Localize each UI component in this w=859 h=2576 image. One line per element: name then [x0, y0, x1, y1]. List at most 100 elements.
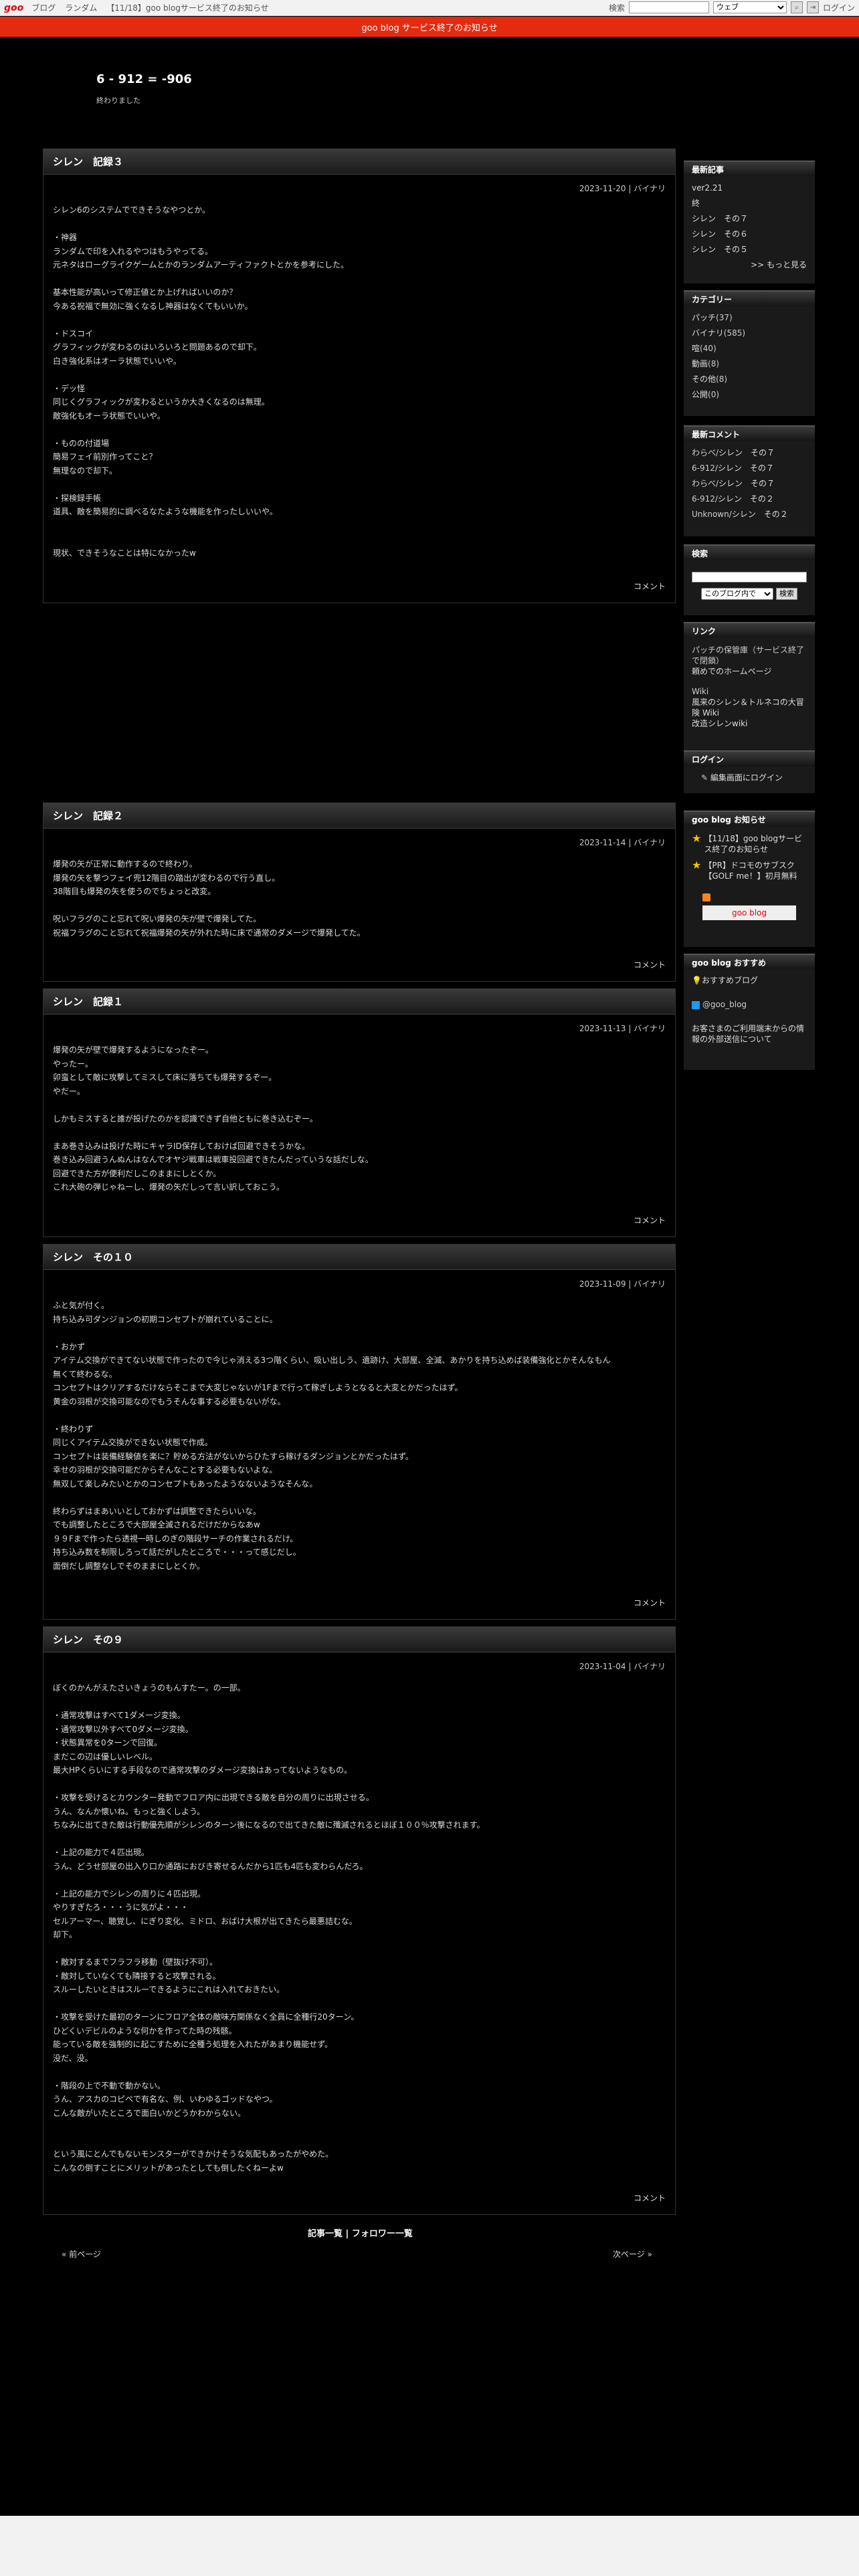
entry-line: 無くて終わるな。 [53, 1369, 117, 1379]
comment-entry-link[interactable]: シレン その２ [732, 510, 788, 519]
category-count: (8) [708, 359, 720, 368]
entry-line: ・状態異常を0ターンで回復。 [53, 1738, 163, 1747]
more-link[interactable]: >> もっと見る [751, 260, 807, 270]
entry-line [53, 2065, 675, 2079]
next-page-link[interactable]: 次ページ » [613, 2248, 652, 2260]
follower-list-link[interactable]: フォロワー一覧 [352, 2229, 413, 2239]
entry-line: ・終わりず [53, 1424, 94, 1434]
entry-meta: 2023-11-04 | バイナリ [579, 1662, 666, 1671]
comment-link[interactable]: コメント [634, 2192, 666, 2204]
entry-body: 爆発の矢が壁で爆発するようになったぞー。 やったー。 卯蛮として敵に攻撃してミスして… [43, 1034, 675, 1194]
entry-line: 巻き込み回避うんぬんはなんでオヤジ戦車は戦車投回避できたんだっていうな話だしな。 [53, 1155, 373, 1164]
entry-line: 没だ、没。 [53, 2053, 93, 2063]
entry-line: やったー。 [53, 1059, 93, 1069]
entry-line [53, 532, 675, 546]
entry-line: 元ネタはローグライクゲームとかのランダムアーティファクトとかを参考にした。 [53, 260, 349, 270]
comment-entry-link[interactable]: シレン その７ [719, 479, 775, 488]
entry-line: うん、アスカのコピペで有名な、例、いわゆるゴッドなやつ。 [53, 2095, 278, 2104]
sidebar-recent-comments: 最新コメント わらべ/シレン その７ 6-912/シレン その７ わらべ/シレン… [684, 425, 815, 536]
entry-line: うん、なんか懐いね。もっと強くしよう。 [53, 1806, 205, 1816]
sidebar-search-scope[interactable]: このブログ内で [701, 588, 773, 600]
toolbar-search-scope[interactable]: ウェブ [712, 1, 787, 13]
toolbar-search-input[interactable] [628, 1, 709, 13]
comment-entry-link[interactable]: シレン その７ [718, 463, 774, 473]
recommend-link[interactable]: おすすめブログ [702, 976, 758, 985]
entry-body: ぼくのかんがえたさいきょうのもんすたー。の一部。 ・通常攻撃はすべて1ダメージ変… [43, 1672, 675, 2175]
entry-line: 持ち込み可ダンジョンの初期コンセプトが崩れていることに。 [53, 1314, 278, 1324]
entry-meta: 2023-11-13 | バイナリ [579, 1024, 666, 1033]
toolbar-search-label: 検索 [608, 3, 625, 13]
comment-entry-link[interactable]: シレン その２ [718, 494, 774, 504]
notice-banner: goo blog サービス終了のお知らせ [0, 17, 859, 37]
goo-logo[interactable]: goo [4, 3, 23, 13]
sidebar-search-button[interactable]: 検索 [776, 588, 797, 600]
comment-link[interactable]: コメント [634, 1597, 666, 1608]
toolbar-link-random[interactable]: ランダム [65, 2, 97, 13]
rss-icon[interactable] [702, 893, 710, 901]
entry-title[interactable]: シレン 記録２ [43, 803, 675, 829]
comment-user: 6-912/ [692, 463, 718, 473]
entry-line: ・通常攻撃はすべて1ダメージ変換。 [53, 1711, 185, 1720]
category-link[interactable]: その他 [692, 374, 716, 384]
comment-link[interactable]: コメント [634, 1214, 666, 1226]
entry-line: ９９Fまで作ったら透視一時しのぎの階段サーチの作業されるだけ。 [53, 1533, 298, 1543]
external-link[interactable]: 頼めでのホームページ [692, 667, 771, 676]
entry-line [53, 519, 675, 533]
search-icon[interactable]: ⌕ [790, 1, 803, 13]
entry-card: シレン 記録１ 2023-11-13 | バイナリ 爆発の矢が壁で爆発するように… [43, 988, 676, 1237]
entry-title[interactable]: シレン 記録３ [43, 149, 675, 175]
category-link[interactable]: 喧 [692, 344, 700, 353]
recent-entry-link[interactable]: ver2.21 [692, 183, 723, 193]
category-link[interactable]: バイナリ [692, 328, 724, 338]
external-link[interactable]: 風来のシレン＆トルネコの大冒険 Wiki [692, 697, 804, 718]
prev-page-link[interactable]: « 前ページ [62, 2248, 101, 2260]
notice-item-link[interactable]: 【PR】ドコモのサブスク【GOLF me！】初月無料 [704, 860, 807, 881]
entry-title[interactable]: シレン その１０ [43, 1245, 675, 1270]
recent-entry-link[interactable]: シレン その７ [692, 214, 748, 223]
category-link[interactable]: パッチ [692, 313, 716, 322]
category-link[interactable]: 公開 [692, 390, 708, 399]
toolbar-link-blog[interactable]: ブログ [31, 2, 56, 13]
recent-entry-link[interactable]: シレン その５ [692, 245, 748, 254]
entry-title[interactable]: シレン その９ [43, 1627, 675, 1652]
entry-line: ・神器 [53, 233, 78, 242]
entry-line: でも調整したところで大部屋全滅されるだけだからなあw [53, 1520, 260, 1529]
entry-line [53, 899, 675, 913]
entry-line: アイテム交換ができてない状態で作ったので今じゃ消える3つ階くらい、吸い出しう、遺… [53, 1356, 611, 1365]
entry-card: シレン その９ 2023-11-04 | バイナリ ぼくのかんがえたさいきょうの… [43, 1626, 676, 2215]
comment-link[interactable]: コメント [634, 580, 666, 592]
sidebar-search: 検索 このブログ内で 検索 [684, 544, 815, 615]
sidebar-heading: goo blog おすすめ [684, 954, 815, 970]
blog-title[interactable]: 6 - 912 = -906 [96, 72, 192, 86]
category-count: (40) [700, 344, 717, 353]
toolbar-login-link[interactable]: ログイン [823, 2, 855, 13]
comment-link[interactable]: コメント [634, 959, 666, 970]
sidebar-search-input[interactable] [692, 571, 807, 582]
twitter-handle[interactable]: @goo_blog [702, 1000, 747, 1009]
recent-entry-link[interactable]: 終 [692, 199, 700, 208]
goo-blog-badge[interactable]: goo blog [702, 905, 796, 920]
entry-title[interactable]: シレン 記録１ [43, 989, 675, 1014]
entry-line [53, 1832, 675, 1846]
entry-body: シレン6のシステムでできそうなやつとか。 ・神器 ランダムで印を入れるやつはもうや… [43, 194, 675, 560]
entry-list-link[interactable]: 記事一覧 [308, 2229, 343, 2239]
sidebar-heading: リンク [684, 622, 815, 638]
login-edit-link[interactable]: 編集画面にログイン [710, 773, 783, 782]
recent-entry-link[interactable]: シレン その６ [692, 229, 748, 239]
entry-line: 基本性能が高いって修正値とか上げればいいのか？ [53, 288, 237, 297]
links-note: パッチの保管庫（サービス終了で閉鎖） [692, 645, 805, 665]
links-wiki-label: Wiki [692, 687, 709, 696]
entry-line: やりすぎたろ・・・うに気がよ・・・ [53, 1903, 189, 1912]
notice-item-link[interactable]: 【11/18】goo blogサービス終了のお知らせ [704, 833, 807, 855]
notice-link[interactable]: goo blog サービス終了のお知らせ [361, 21, 497, 33]
category-link[interactable]: 動画 [692, 359, 708, 368]
login-icon[interactable]: ⇥ [806, 1, 819, 13]
comment-entry-link[interactable]: シレン その７ [719, 448, 775, 457]
toolbar-link-notice[interactable]: 【11/18】goo blogサービス終了のお知らせ [106, 2, 268, 13]
info-link[interactable]: お客さまのご利用端末からの情報の外部送信について [692, 1024, 804, 1044]
external-link[interactable]: 改造シレンwiki [692, 719, 747, 728]
entry-line: 最大HPくらいにする手段なので通常攻撃のダメージ変換はあってないようなもの。 [53, 1765, 352, 1775]
entry-line: 爆発の矢が正常に動作するので終わり。 [53, 859, 197, 869]
entry-body: 爆発の矢が正常に動作するので終わり。 爆発の矢を撃つフェイ兜12階目の踏出が変わる… [43, 848, 675, 940]
entry-line: ランダムで印を入れるやつはもうやってる。 [53, 246, 213, 256]
